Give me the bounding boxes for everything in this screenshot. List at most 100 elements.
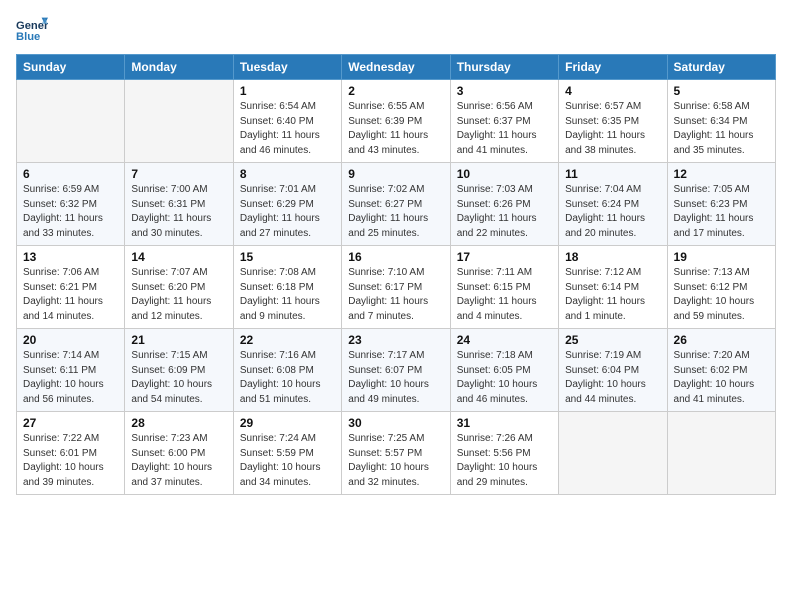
calendar-cell: 30Sunrise: 7:25 AMSunset: 5:57 PMDayligh…	[342, 412, 450, 495]
weekday-thursday: Thursday	[450, 55, 558, 80]
calendar-cell: 5 Sunrise: 6:58 AMSunset: 6:34 PMDaylight…	[667, 80, 775, 163]
day-info: Sunrise: 7:08 AMSunset: 6:18 PMDaylight:…	[240, 266, 335, 324]
day-number: 11	[565, 167, 660, 181]
day-info: Sunrise: 6:56 AMSunset: 6:37 PMDaylight:…	[457, 100, 552, 158]
weekday-saturday: Saturday	[667, 55, 775, 80]
calendar-cell: 11Sunrise: 7:04 AMSunset: 6:24 PMDayligh…	[559, 163, 667, 246]
svg-text:Blue: Blue	[16, 31, 40, 43]
day-info: Sunrise: 7:23 AMSunset: 6:00 PMDaylight:…	[131, 432, 226, 490]
calendar-cell: 17 Sunrise: 7:11 AMSunset: 6:15 PMDayligh…	[450, 246, 558, 329]
day-number: 12	[674, 167, 769, 181]
page-header: General Blue	[16, 16, 776, 44]
calendar-week-3: 13 Sunrise: 7:06 AMSunset: 6:21 PMDayligh…	[17, 246, 776, 329]
calendar-cell: 13 Sunrise: 7:06 AMSunset: 6:21 PMDayligh…	[17, 246, 125, 329]
calendar-cell: 18 Sunrise: 7:12 AMSunset: 6:14 PMDayligh…	[559, 246, 667, 329]
day-number: 3	[457, 84, 552, 98]
calendar-cell: 29Sunrise: 7:24 AMSunset: 5:59 PMDayligh…	[233, 412, 341, 495]
day-number: 13	[23, 250, 118, 264]
calendar-cell: 10 Sunrise: 7:03 AMSunset: 6:26 PMDayligh…	[450, 163, 558, 246]
day-number: 14	[131, 250, 226, 264]
calendar-cell: 24 Sunrise: 7:18 AMSunset: 6:05 PMDayligh…	[450, 329, 558, 412]
calendar-week-4: 20Sunrise: 7:14 AMSunset: 6:11 PMDayligh…	[17, 329, 776, 412]
day-number: 2	[348, 84, 443, 98]
calendar-cell: 23 Sunrise: 7:17 AMSunset: 6:07 PMDayligh…	[342, 329, 450, 412]
day-info: Sunrise: 7:22 AMSunset: 6:01 PMDaylight:…	[23, 432, 118, 490]
day-info: Sunrise: 7:17 AMSunset: 6:07 PMDaylight:…	[348, 349, 443, 407]
calendar-cell	[125, 80, 233, 163]
day-number: 17	[457, 250, 552, 264]
day-info: Sunrise: 7:25 AMSunset: 5:57 PMDaylight:…	[348, 432, 443, 490]
calendar-cell: 22Sunrise: 7:16 AMSunset: 6:08 PMDayligh…	[233, 329, 341, 412]
day-info: Sunrise: 7:19 AMSunset: 6:04 PMDaylight:…	[565, 349, 660, 407]
day-number: 1	[240, 84, 335, 98]
calendar-cell	[667, 412, 775, 495]
calendar-cell: 1 Sunrise: 6:54 AMSunset: 6:40 PMDaylight…	[233, 80, 341, 163]
day-info: Sunrise: 7:00 AMSunset: 6:31 PMDaylight:…	[131, 183, 226, 241]
day-info: Sunrise: 7:13 AMSunset: 6:12 PMDaylight:…	[674, 266, 769, 324]
calendar-week-1: 1 Sunrise: 6:54 AMSunset: 6:40 PMDaylight…	[17, 80, 776, 163]
calendar-cell	[17, 80, 125, 163]
calendar-cell: 2 Sunrise: 6:55 AMSunset: 6:39 PMDaylight…	[342, 80, 450, 163]
day-number: 18	[565, 250, 660, 264]
calendar-cell: 15 Sunrise: 7:08 AMSunset: 6:18 PMDayligh…	[233, 246, 341, 329]
day-number: 25	[565, 333, 660, 347]
day-number: 23	[348, 333, 443, 347]
calendar-week-2: 6Sunrise: 6:59 AMSunset: 6:32 PMDaylight…	[17, 163, 776, 246]
day-number: 21	[131, 333, 226, 347]
weekday-wednesday: Wednesday	[342, 55, 450, 80]
day-info: Sunrise: 7:01 AMSunset: 6:29 PMDaylight:…	[240, 183, 335, 241]
calendar-cell: 12Sunrise: 7:05 AMSunset: 6:23 PMDayligh…	[667, 163, 775, 246]
day-number: 26	[674, 333, 769, 347]
day-info: Sunrise: 7:07 AMSunset: 6:20 PMDaylight:…	[131, 266, 226, 324]
day-info: Sunrise: 7:02 AMSunset: 6:27 PMDaylight:…	[348, 183, 443, 241]
day-info: Sunrise: 7:10 AMSunset: 6:17 PMDaylight:…	[348, 266, 443, 324]
day-info: Sunrise: 7:24 AMSunset: 5:59 PMDaylight:…	[240, 432, 335, 490]
day-number: 9	[348, 167, 443, 181]
day-number: 31	[457, 416, 552, 430]
weekday-sunday: Sunday	[17, 55, 125, 80]
calendar-cell: 28 Sunrise: 7:23 AMSunset: 6:00 PMDayligh…	[125, 412, 233, 495]
day-info: Sunrise: 7:18 AMSunset: 6:05 PMDaylight:…	[457, 349, 552, 407]
calendar-cell: 25 Sunrise: 7:19 AMSunset: 6:04 PMDayligh…	[559, 329, 667, 412]
day-info: Sunrise: 6:54 AMSunset: 6:40 PMDaylight:…	[240, 100, 335, 158]
calendar-cell: 21 Sunrise: 7:15 AMSunset: 6:09 PMDayligh…	[125, 329, 233, 412]
calendar-cell: 3 Sunrise: 6:56 AMSunset: 6:37 PMDaylight…	[450, 80, 558, 163]
day-number: 19	[674, 250, 769, 264]
logo-icon: General Blue	[16, 16, 48, 44]
day-number: 4	[565, 84, 660, 98]
day-number: 27	[23, 416, 118, 430]
logo: General Blue	[16, 16, 48, 44]
day-info: Sunrise: 6:58 AMSunset: 6:34 PMDaylight:…	[674, 100, 769, 158]
day-number: 6	[23, 167, 118, 181]
weekday-friday: Friday	[559, 55, 667, 80]
day-info: Sunrise: 7:11 AMSunset: 6:15 PMDaylight:…	[457, 266, 552, 324]
weekday-header-row: SundayMondayTuesdayWednesdayThursdayFrid…	[17, 55, 776, 80]
calendar-table: SundayMondayTuesdayWednesdayThursdayFrid…	[16, 54, 776, 495]
calendar-cell: 9 Sunrise: 7:02 AMSunset: 6:27 PMDaylight…	[342, 163, 450, 246]
calendar-cell: 19 Sunrise: 7:13 AMSunset: 6:12 PMDayligh…	[667, 246, 775, 329]
day-info: Sunrise: 7:12 AMSunset: 6:14 PMDaylight:…	[565, 266, 660, 324]
calendar-week-5: 27 Sunrise: 7:22 AMSunset: 6:01 PMDayligh…	[17, 412, 776, 495]
day-number: 20	[23, 333, 118, 347]
day-number: 24	[457, 333, 552, 347]
calendar-cell: 6Sunrise: 6:59 AMSunset: 6:32 PMDaylight…	[17, 163, 125, 246]
day-info: Sunrise: 6:57 AMSunset: 6:35 PMDaylight:…	[565, 100, 660, 158]
day-info: Sunrise: 6:55 AMSunset: 6:39 PMDaylight:…	[348, 100, 443, 158]
weekday-tuesday: Tuesday	[233, 55, 341, 80]
day-number: 28	[131, 416, 226, 430]
day-number: 15	[240, 250, 335, 264]
weekday-monday: Monday	[125, 55, 233, 80]
calendar-cell: 20Sunrise: 7:14 AMSunset: 6:11 PMDayligh…	[17, 329, 125, 412]
day-number: 10	[457, 167, 552, 181]
day-info: Sunrise: 7:20 AMSunset: 6:02 PMDaylight:…	[674, 349, 769, 407]
day-number: 8	[240, 167, 335, 181]
day-info: Sunrise: 7:15 AMSunset: 6:09 PMDaylight:…	[131, 349, 226, 407]
calendar-cell: 16 Sunrise: 7:10 AMSunset: 6:17 PMDayligh…	[342, 246, 450, 329]
day-number: 7	[131, 167, 226, 181]
day-info: Sunrise: 7:06 AMSunset: 6:21 PMDaylight:…	[23, 266, 118, 324]
day-number: 5	[674, 84, 769, 98]
calendar-cell: 31Sunrise: 7:26 AMSunset: 5:56 PMDayligh…	[450, 412, 558, 495]
calendar-cell: 7 Sunrise: 7:00 AMSunset: 6:31 PMDaylight…	[125, 163, 233, 246]
day-number: 16	[348, 250, 443, 264]
day-info: Sunrise: 7:03 AMSunset: 6:26 PMDaylight:…	[457, 183, 552, 241]
